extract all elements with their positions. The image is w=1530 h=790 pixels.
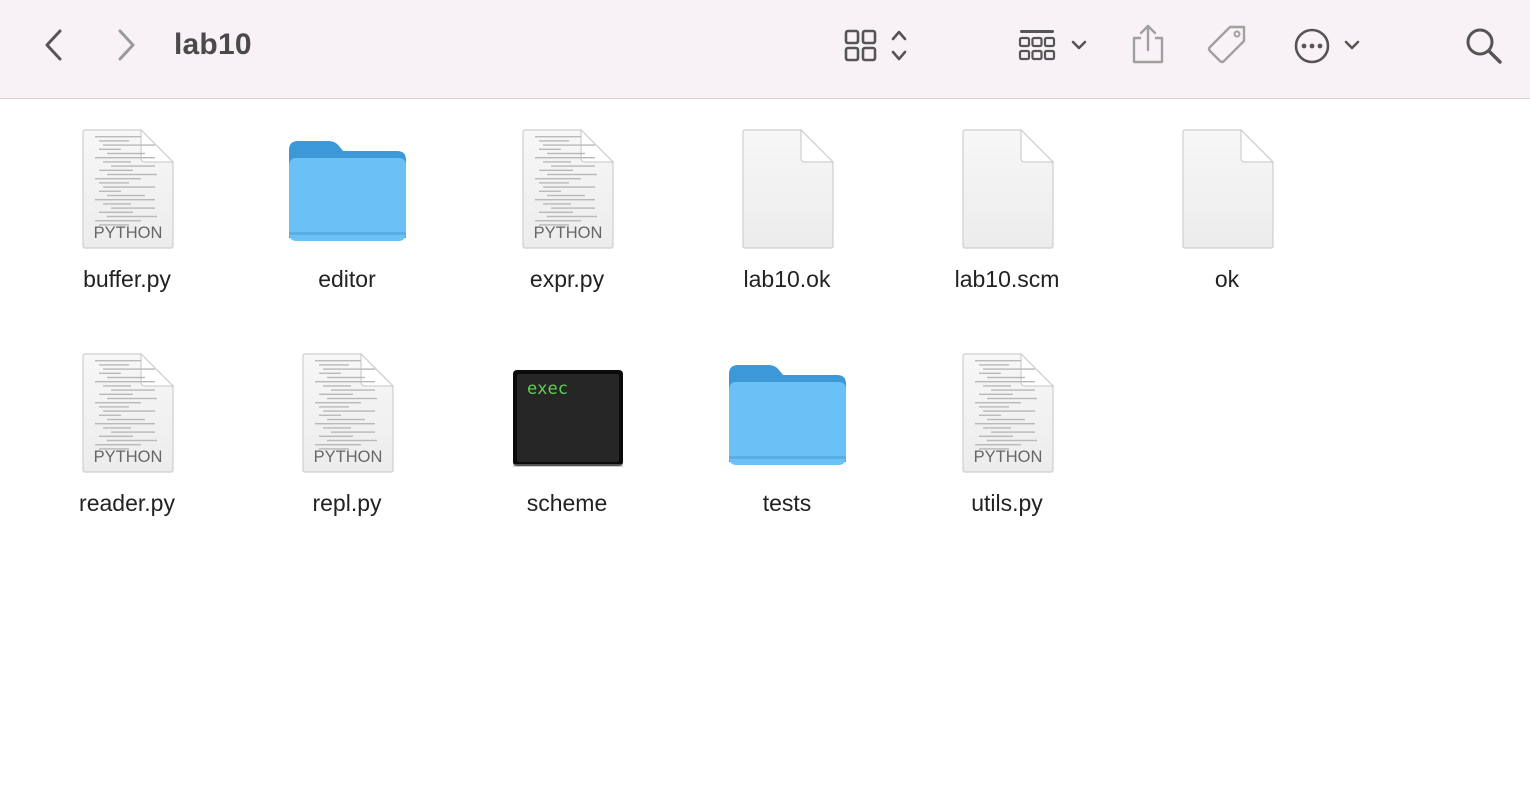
back-button[interactable]: [36, 26, 72, 64]
file-name-label: ok: [1214, 266, 1240, 292]
more-actions-button[interactable]: [1290, 24, 1366, 68]
file-item[interactable]: editor: [247, 128, 447, 338]
exec-text: exec: [527, 379, 568, 399]
file-item[interactable]: lab10.ok: [687, 128, 887, 338]
file-icon: PYTHON: [287, 352, 407, 482]
share-icon: [1132, 24, 1164, 64]
file-item[interactable]: tests: [687, 352, 887, 562]
file-type-badge: PYTHON: [314, 448, 383, 466]
file-name-label: lab10.scm: [954, 266, 1060, 292]
file-icon: [287, 128, 407, 258]
share-button[interactable]: [1128, 22, 1168, 68]
file-type-badge: PYTHON: [94, 448, 163, 466]
file-item[interactable]: ok: [1127, 128, 1327, 338]
tag-button[interactable]: [1204, 22, 1250, 68]
file-name-label: editor: [318, 266, 376, 292]
file-type-badge: PYTHON: [974, 448, 1043, 466]
file-icon: [727, 352, 847, 482]
group-icon: [1018, 30, 1087, 61]
forward-button[interactable]: [108, 26, 144, 64]
file-item[interactable]: exec scheme: [467, 352, 667, 562]
file-icon: PYTHON: [67, 128, 187, 258]
file-name-label: expr.py: [529, 266, 605, 292]
file-item[interactable]: PYTHON utils.py: [907, 352, 1107, 562]
file-icon: PYTHON: [67, 352, 187, 482]
group-button[interactable]: [1014, 26, 1094, 66]
file-name-label: tests: [762, 490, 812, 516]
document-icon: PYTHON: [962, 352, 1055, 473]
document-icon: PYTHON: [82, 352, 175, 473]
grid-view-icon: [844, 29, 907, 62]
tag-icon: [1207, 25, 1246, 64]
file-icon: [1167, 128, 1287, 258]
view-mode-button[interactable]: [840, 26, 920, 66]
file-icon: exec: [507, 352, 627, 482]
chevron-right-icon: [118, 29, 135, 61]
file-name-label: repl.py: [312, 490, 382, 516]
file-item[interactable]: PYTHON repl.py: [247, 352, 447, 562]
file-name-label: reader.py: [79, 490, 175, 516]
file-item[interactable]: PYTHON reader.py: [27, 352, 227, 562]
document-icon: [1182, 128, 1275, 249]
file-icon: PYTHON: [507, 128, 627, 258]
terminal-exec-icon: exec: [513, 370, 623, 467]
file-name-label: buffer.py: [83, 266, 171, 292]
document-icon: PYTHON: [522, 128, 615, 249]
file-type-badge: PYTHON: [94, 224, 163, 242]
file-item[interactable]: PYTHON expr.py: [467, 128, 667, 338]
document-icon: PYTHON: [302, 352, 395, 473]
folder-icon: [729, 365, 846, 465]
file-type-badge: PYTHON: [534, 224, 603, 242]
toolbar: lab10: [0, 0, 1530, 99]
ellipsis-icon: [1294, 28, 1360, 64]
file-icon: [947, 128, 1067, 258]
file-icon: [727, 128, 847, 258]
folder-icon: [289, 141, 406, 241]
file-icon: PYTHON: [947, 352, 1067, 482]
file-item[interactable]: lab10.scm: [907, 128, 1107, 338]
chevron-left-icon: [45, 29, 62, 61]
file-name-label: scheme: [526, 490, 608, 516]
finder-window: lab10 PYTHON buffer.py editor PYTHON exp…: [0, 0, 1530, 790]
document-icon: [742, 128, 835, 249]
document-icon: [962, 128, 1055, 249]
search-button[interactable]: [1462, 24, 1506, 68]
search-icon: [1466, 28, 1502, 64]
window-title: lab10: [174, 28, 252, 61]
file-name-label: lab10.ok: [743, 266, 831, 292]
file-item[interactable]: PYTHON buffer.py: [27, 128, 227, 338]
file-name-label: utils.py: [971, 490, 1043, 516]
document-icon: PYTHON: [82, 128, 175, 249]
